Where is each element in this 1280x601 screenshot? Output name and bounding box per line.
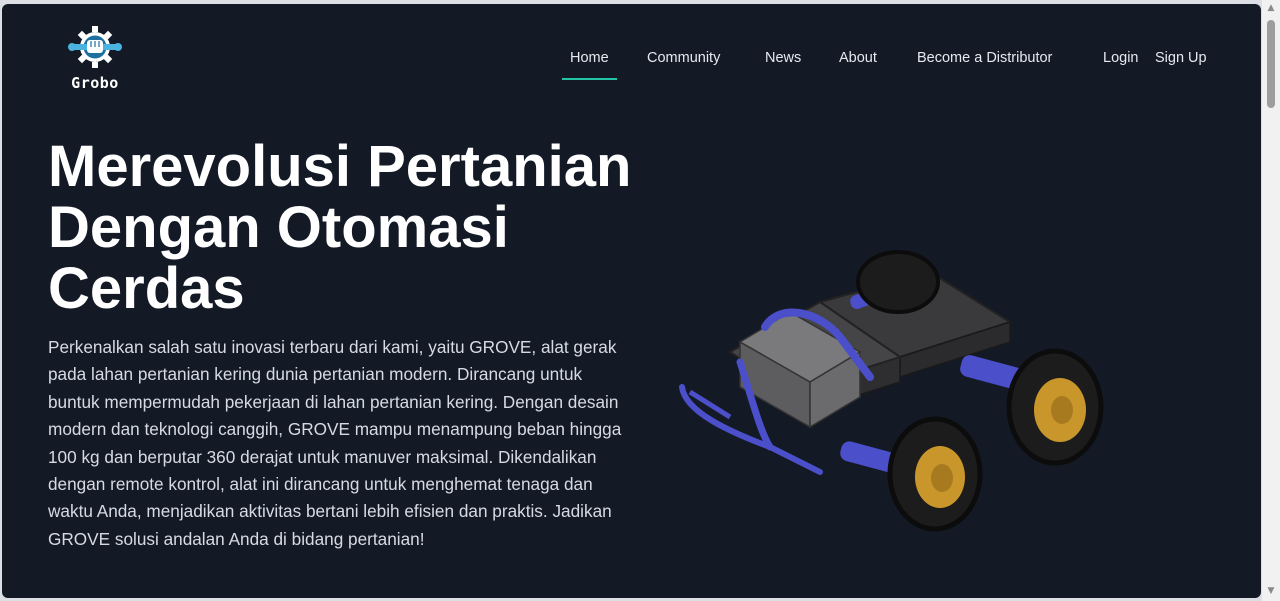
hero-description: Perkenalkan salah satu inovasi terbaru d… <box>48 337 622 549</box>
nav-community[interactable]: Community <box>647 50 720 66</box>
scroll-up-icon[interactable]: ▲ <box>1262 0 1280 16</box>
scroll-down-icon[interactable]: ▼ <box>1262 583 1280 599</box>
wheel-rear-left <box>856 250 940 314</box>
nav-news[interactable]: News <box>765 50 801 66</box>
grove-robot-image <box>679 250 1104 532</box>
login-button[interactable]: Login <box>1103 50 1138 66</box>
scrollbar[interactable]: ▲ ▼ <box>1262 0 1280 601</box>
wheel-rear-right <box>1006 348 1104 466</box>
hero-title: Merevolusi Pertanian Dengan Otomasi Cerd… <box>48 134 632 321</box>
nav-home[interactable]: Home <box>562 50 617 80</box>
scroll-thumb[interactable] <box>1267 20 1275 108</box>
nav-about[interactable]: About <box>839 50 877 66</box>
gear-fist-wrench-logo-icon <box>68 26 122 68</box>
brand-logo[interactable]: Grobo <box>66 24 124 98</box>
nav-become-distributor[interactable]: Become a Distributor <box>917 50 1052 66</box>
signup-button[interactable]: Sign Up <box>1155 50 1207 66</box>
wheel-front-right <box>887 416 983 532</box>
brand-name: Grobo <box>71 74 119 92</box>
page: Grobo Home Community News About Become a… <box>2 4 1261 598</box>
